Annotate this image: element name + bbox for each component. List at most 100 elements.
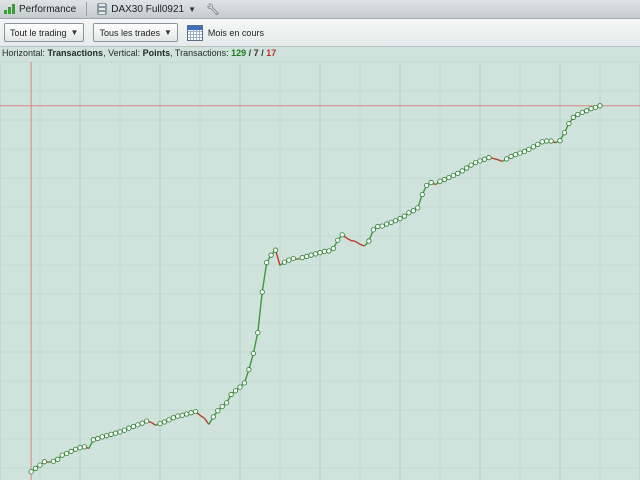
trade-point[interactable] — [81, 444, 88, 450]
trade-point[interactable] — [250, 350, 256, 357]
trade-point[interactable] — [99, 434, 105, 440]
trade-point[interactable] — [450, 172, 456, 179]
trade-point[interactable] — [317, 250, 323, 256]
trade-point[interactable] — [281, 259, 288, 265]
trade-point[interactable] — [112, 430, 119, 436]
trade-point[interactable] — [130, 423, 136, 430]
trade-point[interactable] — [588, 106, 594, 112]
trade-point[interactable] — [384, 221, 390, 227]
trade-point[interactable] — [72, 446, 79, 452]
trade-point[interactable] — [521, 148, 528, 155]
chevron-down-icon[interactable]: ▼ — [188, 5, 196, 14]
trade-point[interactable] — [535, 141, 541, 147]
trade-point[interactable] — [126, 425, 132, 431]
trade-point[interactable] — [486, 155, 492, 161]
trade-point[interactable] — [219, 403, 225, 410]
equity-chart[interactable] — [0, 48, 640, 480]
trade-point[interactable] — [557, 138, 563, 144]
scope-dropdown[interactable]: Tout le trading ▼ — [4, 23, 85, 42]
trade-point[interactable] — [215, 408, 221, 414]
trade-point[interactable] — [544, 138, 550, 144]
trade-point[interactable] — [95, 435, 101, 442]
trade-point[interactable] — [526, 146, 532, 152]
trade-point[interactable] — [375, 223, 381, 230]
trade-point[interactable] — [304, 253, 310, 259]
trade-point[interactable] — [268, 252, 274, 258]
trade-point[interactable] — [597, 103, 603, 109]
trade-point[interactable] — [330, 245, 336, 252]
trade-point[interactable] — [379, 223, 385, 229]
trade-point[interactable] — [55, 456, 61, 462]
period-selector[interactable]: Mois en cours — [186, 24, 264, 41]
trade-point[interactable] — [592, 104, 599, 111]
trade-point[interactable] — [166, 417, 172, 423]
trade-point[interactable] — [575, 111, 581, 118]
trade-point[interactable] — [459, 168, 465, 174]
trade-point[interactable] — [321, 248, 328, 254]
trade-point[interactable] — [441, 177, 448, 183]
trade-point[interactable] — [210, 414, 216, 420]
trade-point[interactable] — [512, 152, 519, 158]
trade-point[interactable] — [455, 170, 461, 176]
trade-point[interactable] — [468, 162, 474, 168]
trade-point[interactable] — [188, 410, 194, 416]
tab-dax30[interactable]: DAX30 Full0921 ▼ — [93, 0, 202, 18]
trade-point[interactable] — [401, 213, 408, 219]
trade-point[interactable] — [41, 459, 48, 465]
trade-point[interactable] — [37, 462, 43, 468]
trade-point[interactable] — [388, 219, 394, 225]
trade-point[interactable] — [179, 412, 185, 418]
trade-point[interactable] — [104, 433, 110, 439]
trade-point[interactable] — [90, 437, 96, 443]
trade-point[interactable] — [415, 205, 421, 211]
trade-point[interactable] — [419, 191, 425, 198]
trade-point[interactable] — [370, 227, 376, 233]
trade-point[interactable] — [517, 150, 523, 156]
trade-point[interactable] — [428, 179, 434, 186]
trade-point[interactable] — [508, 153, 514, 159]
trade-point[interactable] — [175, 413, 181, 419]
trade-point[interactable] — [290, 255, 296, 262]
trade-point[interactable] — [28, 469, 34, 475]
trade-point[interactable] — [539, 139, 545, 145]
trade-point[interactable] — [437, 178, 443, 184]
trade-point[interactable] — [246, 367, 252, 373]
trade-point[interactable] — [68, 448, 74, 454]
trade-point[interactable] — [299, 255, 305, 261]
trade-point[interactable] — [135, 422, 141, 428]
trade-point[interactable] — [139, 420, 145, 426]
trades-dropdown[interactable]: Tous les trades ▼ — [93, 23, 178, 42]
trade-point[interactable] — [170, 415, 176, 421]
trade-point[interactable] — [50, 458, 56, 464]
trade-point[interactable] — [366, 238, 372, 244]
trade-point[interactable] — [144, 418, 150, 424]
trade-point[interactable] — [472, 160, 479, 166]
trade-point[interactable] — [192, 408, 199, 415]
trade-point[interactable] — [424, 182, 430, 189]
trade-point[interactable] — [397, 216, 403, 222]
trade-point[interactable] — [392, 218, 399, 224]
trade-point[interactable] — [286, 257, 292, 263]
trade-point[interactable] — [157, 420, 163, 427]
trade-point[interactable] — [184, 411, 190, 417]
trade-point[interactable] — [308, 252, 314, 258]
trade-point[interactable] — [584, 108, 590, 114]
trade-point[interactable] — [579, 109, 585, 116]
trade-point[interactable] — [481, 156, 488, 162]
trade-point[interactable] — [237, 384, 243, 390]
trade-point[interactable] — [570, 114, 576, 120]
trade-point[interactable] — [232, 388, 239, 394]
trade-point[interactable] — [446, 174, 452, 181]
trade-point[interactable] — [530, 144, 536, 150]
trade-point[interactable] — [64, 450, 70, 457]
trade-point[interactable] — [117, 429, 123, 435]
trade-point[interactable] — [561, 130, 568, 136]
trade-point[interactable] — [108, 431, 114, 437]
trade-point[interactable] — [59, 452, 65, 458]
trade-point[interactable] — [32, 465, 39, 471]
trade-point[interactable] — [477, 158, 483, 164]
trade-point[interactable] — [259, 289, 265, 295]
trade-point[interactable] — [272, 247, 279, 253]
trade-point[interactable] — [406, 210, 412, 216]
trade-point[interactable] — [264, 259, 270, 266]
